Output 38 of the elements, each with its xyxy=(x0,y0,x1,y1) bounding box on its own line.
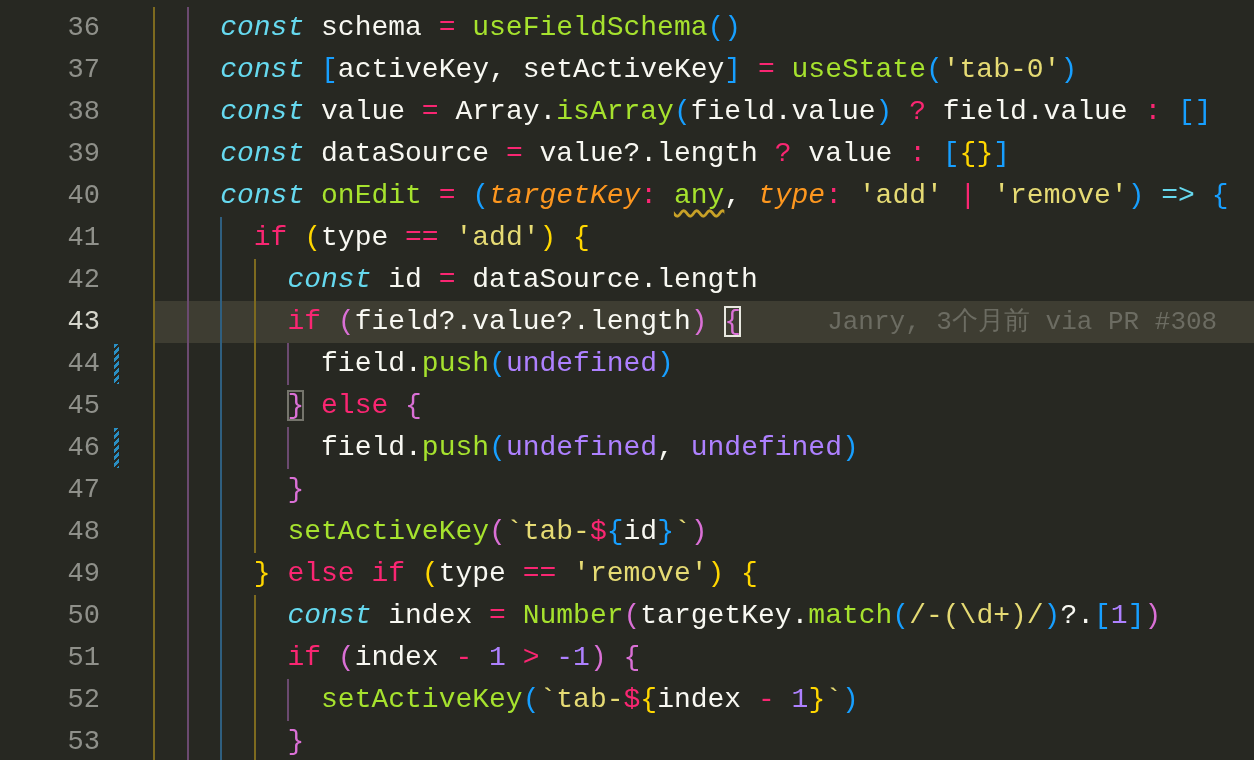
code-line: const id = dataSource.length xyxy=(286,263,758,297)
line-number: 50 xyxy=(66,600,100,633)
code-line: } else if (type == 'remove') { xyxy=(252,557,758,591)
line-number: 42 xyxy=(66,264,100,297)
line-number: 44 xyxy=(66,348,100,381)
line-number: 39 xyxy=(66,138,100,171)
code-line: const [activeKey, setActiveKey] = useState('tab-0') xyxy=(219,53,1078,87)
line-number: 40 xyxy=(66,180,100,213)
line-number: 52 xyxy=(66,684,100,717)
code-line: if (field?.value?.length) { xyxy=(286,305,742,339)
code-line: const schema = useFieldSchema() xyxy=(219,11,742,45)
code-line: setActiveKey(`tab-${id}`) xyxy=(286,515,708,549)
code-line: field.push(undefined, undefined) xyxy=(320,431,859,465)
code-line: } xyxy=(286,473,305,507)
code-line: const dataSource = value?.length ? value : [{}] xyxy=(219,137,1010,171)
line-number: 41 xyxy=(66,222,100,255)
line-number: 38 xyxy=(66,96,100,129)
line-number: 45 xyxy=(66,390,100,423)
code-line: if (index - 1 > -1) { xyxy=(286,641,641,675)
code-line: field.push(undefined) xyxy=(320,347,674,381)
line-number: 36 xyxy=(66,12,100,45)
code-line: const index = Number(targetKey.match(/-(\d+)/)?.[1]) xyxy=(286,599,1162,633)
code-line: const onEdit = (targetKey: any, type: 'add' | 'remove') => { xyxy=(219,179,1229,213)
code-line: setActiveKey(`tab-${index - 1}`) xyxy=(320,683,859,717)
line-number: 46 xyxy=(66,432,100,465)
line-number: 47 xyxy=(66,474,100,507)
line-number: 48 xyxy=(66,516,100,549)
code-line: if (type == 'add') { xyxy=(252,221,590,255)
line-number: 49 xyxy=(66,558,100,591)
code-line: } else { xyxy=(286,389,422,423)
line-number: 43 xyxy=(66,306,100,339)
line-number: 37 xyxy=(66,54,100,87)
line-number: 53 xyxy=(66,726,100,759)
modified-marker[interactable] xyxy=(114,344,119,384)
line-number: 51 xyxy=(66,642,100,675)
code-line: } xyxy=(286,725,305,759)
modified-marker[interactable] xyxy=(114,428,119,468)
code-line: const value = Array.isArray(field.value) ? field.value : [] xyxy=(219,95,1212,129)
